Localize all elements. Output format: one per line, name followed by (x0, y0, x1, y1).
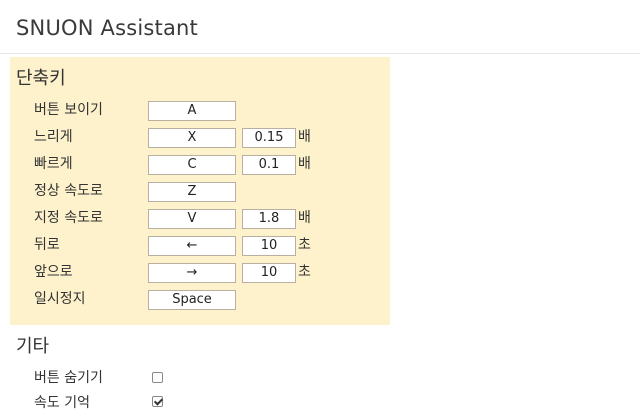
shortcut-key-forward[interactable]: → (148, 263, 236, 283)
shortcut-value-forward[interactable]: 10 (242, 263, 296, 283)
shortcut-label-preset-speed: 지정 속도로 (34, 210, 103, 226)
shortcut-key-preset-speed[interactable]: V (148, 209, 236, 229)
app-title: SNUON Assistant (16, 16, 198, 40)
other-section-title: 기타 (16, 336, 50, 357)
remember-speed-checkbox[interactable] (152, 396, 163, 407)
hide-buttons-checkbox[interactable] (152, 372, 163, 383)
shortcut-key-faster[interactable]: C (148, 155, 236, 175)
shortcut-label-slower: 느리게 (34, 129, 73, 145)
shortcut-label-pause: 일시정지 (34, 291, 86, 307)
title-divider (0, 53, 640, 54)
shortcut-key-show-button[interactable]: A (148, 101, 236, 121)
shortcut-key-normal-speed[interactable]: Z (148, 182, 236, 202)
shortcut-section-title: 단축키 (16, 68, 66, 89)
shortcut-value-preset-speed[interactable]: 1.8 (242, 209, 296, 229)
shortcut-unit-rewind: 초 (298, 237, 311, 253)
shortcut-value-slower[interactable]: 0.15 (242, 128, 296, 148)
shortcut-unit-slower: 배 (298, 129, 311, 145)
shortcut-unit-forward: 초 (298, 264, 311, 280)
other-label-remember-speed: 속도 기억 (34, 395, 90, 411)
shortcut-label-show-button: 버튼 보이기 (34, 102, 103, 118)
shortcut-unit-faster: 배 (298, 156, 311, 172)
shortcut-key-pause[interactable]: Space (148, 290, 236, 310)
shortcut-label-normal-speed: 정상 속도로 (34, 183, 103, 199)
shortcut-value-rewind[interactable]: 10 (242, 236, 296, 256)
shortcut-unit-preset-speed: 배 (298, 210, 311, 226)
shortcut-key-rewind[interactable]: ← (148, 236, 236, 256)
shortcut-value-faster[interactable]: 0.1 (242, 155, 296, 175)
shortcut-label-faster: 빠르게 (34, 156, 73, 172)
shortcut-key-slower[interactable]: X (148, 128, 236, 148)
other-label-hide-buttons: 버튼 숨기기 (34, 370, 103, 386)
shortcut-label-rewind: 뒤로 (34, 237, 60, 253)
shortcut-label-forward: 앞으로 (34, 264, 73, 280)
